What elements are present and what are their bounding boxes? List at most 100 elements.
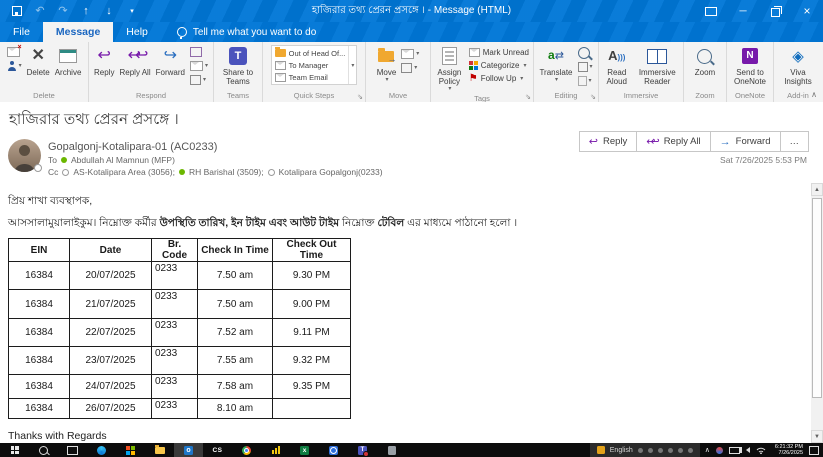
quick-step-team-email[interactable]: Team Email [275, 71, 346, 83]
reply-all-button[interactable]: ↩↩ Reply All [117, 45, 152, 77]
tab-help[interactable]: Help [113, 22, 161, 42]
power-bi-icon [272, 446, 280, 454]
header-reply-button[interactable]: ↩Reply [579, 131, 638, 152]
presence-offline-icon [62, 169, 69, 176]
taskbar-app[interactable] [319, 443, 348, 457]
tray-chevron-up-icon[interactable]: ∧ [705, 446, 710, 454]
mark-unread-icon [469, 48, 480, 57]
language-tool-icon[interactable] [658, 448, 663, 453]
down-arrow-icon: ↓ [106, 6, 112, 17]
share-to-teams-button[interactable]: T Share to Teams [216, 45, 260, 86]
quick-step-to-manager[interactable]: To Manager [275, 59, 346, 71]
to-recipient[interactable]: Abdullah Al Mamnun (MFP) [71, 155, 175, 165]
delete-button[interactable]: ✕ Delete [25, 45, 52, 77]
taskbar-search-button[interactable] [29, 443, 58, 457]
redo-button[interactable]: ↷ [56, 4, 70, 18]
tab-file[interactable]: File [0, 22, 43, 42]
customize-qat-button[interactable]: ▾ [125, 4, 139, 18]
follow-up-button[interactable]: ⚑Follow Up [469, 72, 529, 84]
language-tool-icon[interactable] [678, 448, 683, 453]
meeting-button[interactable] [190, 46, 208, 57]
quick-step-out-of-head-of[interactable]: Out of Head Of... [275, 47, 346, 59]
header-more-actions-button[interactable]: … [780, 131, 810, 152]
undo-button[interactable]: ↶ [33, 4, 47, 18]
actions-button[interactable] [401, 62, 419, 73]
more-icon: … [790, 136, 800, 147]
categorize-button[interactable]: Categorize [469, 59, 529, 71]
viva-insights-button[interactable]: ◈ Viva Insights [776, 45, 820, 86]
taskbar-file-explorer[interactable] [145, 443, 174, 457]
scroll-up-button[interactable]: ▲ [811, 183, 823, 196]
zoom-button[interactable]: Zoom [693, 45, 717, 77]
junk-button[interactable] [7, 60, 22, 71]
language-bar[interactable]: English [590, 443, 700, 457]
forward-button[interactable]: ↪ Forward [154, 45, 187, 77]
cc-recipient[interactable]: RH Barishal (3509); [189, 167, 264, 177]
taskbar-office[interactable] [116, 443, 145, 457]
save-button[interactable] [10, 4, 24, 18]
mark-unread-button[interactable]: Mark Unread [469, 46, 529, 58]
cc-recipient[interactable]: Kotalipara Gopalgonj(0233) [279, 167, 383, 177]
close-button[interactable]: × [791, 0, 823, 22]
collapse-ribbon-button[interactable]: ∧ [811, 90, 817, 99]
dialog-launcher-icon[interactable]: ⇘ [357, 94, 363, 101]
tray-app-icon[interactable] [716, 447, 723, 454]
move-button[interactable]: → Move [375, 45, 399, 84]
header-forward-button[interactable]: →Forward [710, 131, 781, 152]
respond-im-button[interactable] [190, 60, 208, 71]
taskbar-chrome[interactable] [232, 443, 261, 457]
language-tool-icon[interactable] [668, 448, 673, 453]
send-to-onenote-button[interactable]: N Send to OneNote [729, 45, 771, 86]
assign-policy-button[interactable]: Assign Policy [433, 45, 466, 93]
quick-steps-more-button[interactable]: ▾ [348, 46, 356, 84]
taskbar-teams[interactable]: T [348, 443, 377, 457]
action-center-icon[interactable] [809, 446, 819, 455]
select-button[interactable] [578, 75, 593, 86]
taskbar-cs-app[interactable]: CS [203, 443, 232, 457]
taskbar-excel[interactable]: x [290, 443, 319, 457]
task-view-button[interactable] [58, 443, 87, 457]
taskbar-clock[interactable]: 6:21:32 PM 7/26/2025 [771, 443, 807, 457]
dialog-launcher-icon[interactable]: ⇘ [590, 94, 596, 101]
scrollbar-thumb[interactable] [812, 198, 822, 398]
tab-message[interactable]: Message [43, 22, 113, 42]
dialog-launcher-icon[interactable]: ⇘ [525, 94, 531, 101]
group-label-zoom: Zoom [684, 90, 726, 102]
reply-button[interactable]: ↩ Reply [92, 45, 116, 77]
restore-button[interactable] [759, 0, 791, 22]
respond-more-button[interactable] [190, 74, 208, 85]
immersive-reader-button[interactable]: Immersive Reader [634, 45, 681, 86]
read-aloud-button[interactable]: A))) Read Aloud [601, 45, 633, 86]
language-tool-icon[interactable] [648, 448, 653, 453]
next-item-button[interactable]: ↓ [102, 4, 116, 18]
ribbon-display-options-button[interactable] [695, 0, 727, 22]
header-reply-all-button[interactable]: ↩↩Reply All [636, 131, 710, 152]
taskbar-phone-app[interactable] [377, 443, 406, 457]
taskbar-outlook[interactable]: o [174, 443, 203, 457]
wifi-icon[interactable] [756, 446, 766, 454]
taskbar-power-bi[interactable] [261, 443, 290, 457]
tell-me-box[interactable]: Tell me what you want to do [177, 22, 316, 42]
previous-item-button[interactable]: ↑ [79, 4, 93, 18]
taskbar-edge[interactable] [87, 443, 116, 457]
cc-recipient[interactable]: AS-Kotalipara Area (3056); [73, 167, 175, 177]
archive-button[interactable]: Archive [53, 45, 84, 77]
cs-app-icon: CS [212, 447, 222, 454]
related-button[interactable] [578, 61, 593, 72]
language-tool-icon[interactable] [638, 448, 643, 453]
translate-button[interactable]: a⇄ Translate [537, 45, 574, 84]
table-row: 1638423/07/202502337.55 am9.32 PM [9, 347, 351, 375]
language-tool-icon[interactable] [688, 448, 693, 453]
rules-button[interactable] [401, 48, 419, 59]
lightbulb-icon [177, 27, 187, 37]
ignore-button[interactable]: × [7, 46, 22, 57]
actions-icon [401, 63, 412, 73]
scroll-down-button[interactable]: ▼ [811, 430, 823, 443]
minimize-button[interactable]: ─ [727, 0, 759, 22]
start-button[interactable] [0, 443, 29, 457]
move-folder-icon: → [378, 51, 394, 62]
find-button[interactable] [578, 47, 593, 58]
volume-icon[interactable] [746, 447, 750, 453]
vertical-scrollbar[interactable]: ▲ ▼ [811, 183, 823, 443]
sender-name[interactable]: Gopalgonj-Kotalipara-01 (AC0233) [48, 141, 217, 153]
